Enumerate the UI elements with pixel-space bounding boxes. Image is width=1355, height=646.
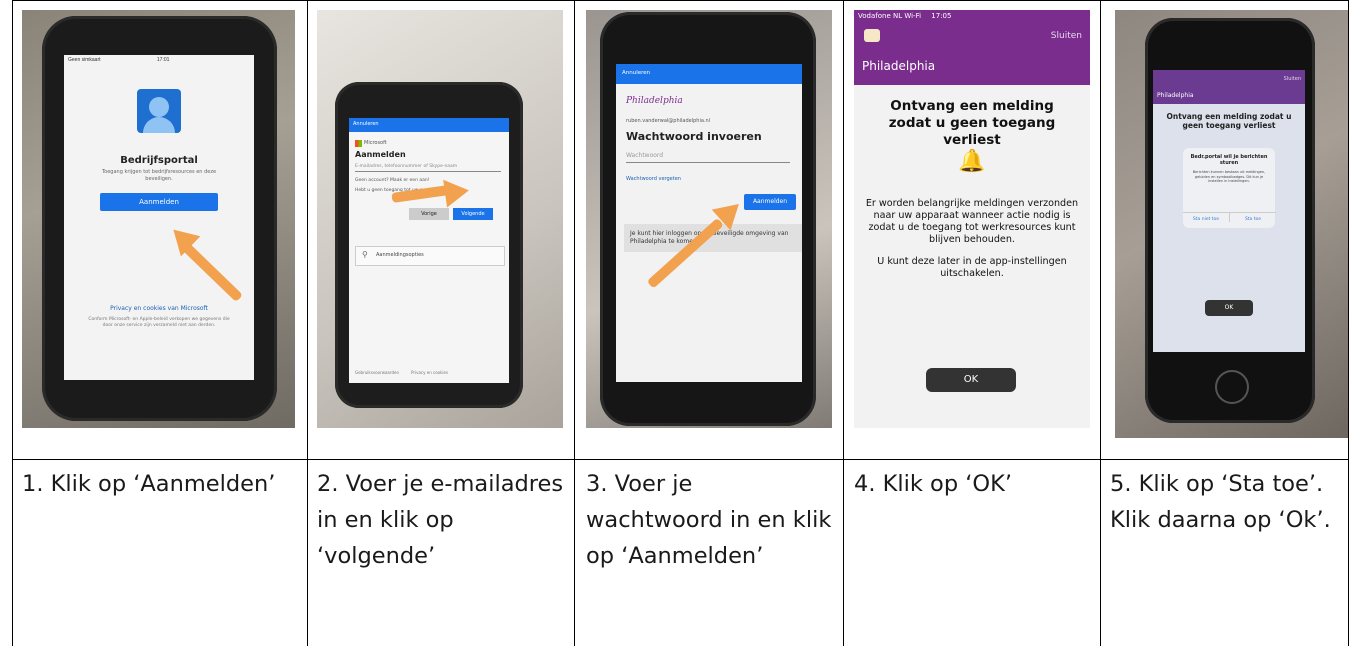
no-account-link[interactable]: Geen account? Maak er een aan! [355,178,430,183]
table-border-right [1348,0,1349,646]
microsoft-logo-icon [355,140,362,147]
company-portal-logo-icon [137,89,181,133]
privacy-text: Conform Microsoft- en Apple-beleid verko… [88,317,230,328]
org-name: Philadelphia [862,59,936,73]
table-divider [574,0,575,646]
step1-photo: Geen simkaart 17:01 Bedrijfsportal Toega… [22,10,295,428]
top-bar: Annuleren [616,64,802,84]
step3-caption: 3. Voer je wachtwoord in en klik op ‘Aan… [586,471,832,569]
app-icon [864,29,880,42]
step2-photo: Annuleren Microsoft Aanmelden E-mailadre… [317,10,563,428]
sign-in-options-label: Aanmeldingsopties [376,252,424,258]
header-bar: Sluiten Philadelphia [1153,70,1305,104]
page-heading: Ontvang een melding zodat u geen toegang… [1166,112,1292,130]
next-button[interactable]: Volgende [453,208,493,220]
allow-button[interactable]: Sta toe [1229,212,1276,222]
table-border-left [12,0,13,646]
table-row-divider [12,459,1348,460]
body-text-2: U kunt deze later in de app-instellingen… [877,256,1067,279]
cancel-link[interactable]: Annuleren [353,121,379,127]
sign-in-options-button[interactable]: ⚲ Aanmeldingsopties [355,246,505,266]
home-button [1215,370,1249,404]
sign-in-button[interactable]: Aanmelden [744,194,796,210]
privacy-link[interactable]: Privacy en cookies van Microsoft [64,305,254,312]
page-heading: Ontvang een melding zodat u geen toegang… [888,98,1056,148]
ok-button[interactable]: OK [1205,300,1253,316]
table-border-top [12,0,1348,1]
permission-alert: Bedr.portal wil je berichten sturen Beri… [1183,148,1276,228]
forgot-password-link[interactable]: Wachtwoord vergeten [626,176,681,182]
back-button[interactable]: Vorige [409,208,449,220]
page-heading: Wachtwoord invoeren [626,130,762,143]
table-divider [843,0,844,646]
org-name: Philadelphia [1157,92,1194,99]
alert-title: Bedr.portal wil je berichten sturen [1190,154,1268,166]
status-carrier: Geen simkaart [68,57,101,63]
alert-body: Berichten kunnen bestaan uit meldingen, … [1192,170,1266,183]
body-text-1: Er worden belangrijke meldingen verzonde… [865,198,1079,245]
key-icon: ⚲ [362,250,368,259]
table-divider [307,0,308,646]
password-input[interactable]: Wachtwoord [626,152,790,163]
status-bar: Geen simkaart 17:01 [68,57,169,63]
phone-screen: Annuleren Philadelphia ruben.vanderwal@p… [616,64,802,382]
instruction-table: Geen simkaart 17:01 Bedrijfsportal Toega… [0,0,1355,646]
step4-caption: 4. Klik op ‘OK’ [854,471,1013,497]
status-bar: Vodafone NL Wi-Fi 17:05 [858,12,951,20]
cancel-link[interactable]: Annuleren [622,70,650,76]
header-bar: Vodafone NL Wi-Fi 17:05 Sluiten Philadel… [854,10,1090,85]
time: 17:05 [931,12,952,20]
sign-in-button[interactable]: Aanmelden [100,193,218,211]
step1-caption: 1. Klik op ‘Aanmelden’ [22,471,276,497]
carrier: Vodafone NL Wi-Fi [858,12,922,20]
step5-photo: Sluiten Philadelphia Ontvang een melding… [1115,10,1348,438]
app-subtitle: Toegang krijgen tot bedrijfsresources en… [101,169,217,182]
phone-screen: Geen simkaart 17:01 Bedrijfsportal Toega… [64,55,254,380]
email-input[interactable]: E-mailadres, telefoonnummer of Skype-naa… [355,164,501,172]
footer-terms[interactable]: Gebruiksvoorwaarden [355,370,399,375]
bell-icon: 🔔 [958,149,986,174]
phone-screen: Sluiten Philadelphia Ontvang een melding… [1153,70,1305,352]
step5-caption: 5. Klik op ‘Sta toe’. Klik daarna op ‘Ok… [1110,471,1331,533]
phone-screen: Annuleren Microsoft Aanmelden E-mailadre… [349,118,509,383]
top-bar: Annuleren [349,118,509,132]
brand-label: Microsoft [364,140,387,146]
step3-photo: Annuleren Philadelphia ruben.vanderwal@p… [586,10,832,428]
app-title: Bedrijfsportal [120,155,198,166]
ok-button[interactable]: OK [926,368,1016,392]
status-time: 17:01 [156,57,170,63]
step4-screenshot: Vodafone NL Wi-Fi 17:05 Sluiten Philadel… [854,10,1090,428]
table-divider [1100,0,1101,646]
close-button[interactable]: Sluiten [1284,76,1301,82]
org-logo: Philadelphia [626,96,683,106]
deny-button[interactable]: Sta niet toe [1183,212,1229,222]
page-heading: Aanmelden [355,150,406,159]
footer-privacy[interactable]: Privacy en cookies [411,370,448,375]
close-button[interactable]: Sluiten [1051,31,1082,41]
account-email: ruben.vanderwal@philadelphia.nl [626,118,711,124]
step2-caption: 2. Voer je e-mailadres in en klik op ‘vo… [317,471,564,569]
